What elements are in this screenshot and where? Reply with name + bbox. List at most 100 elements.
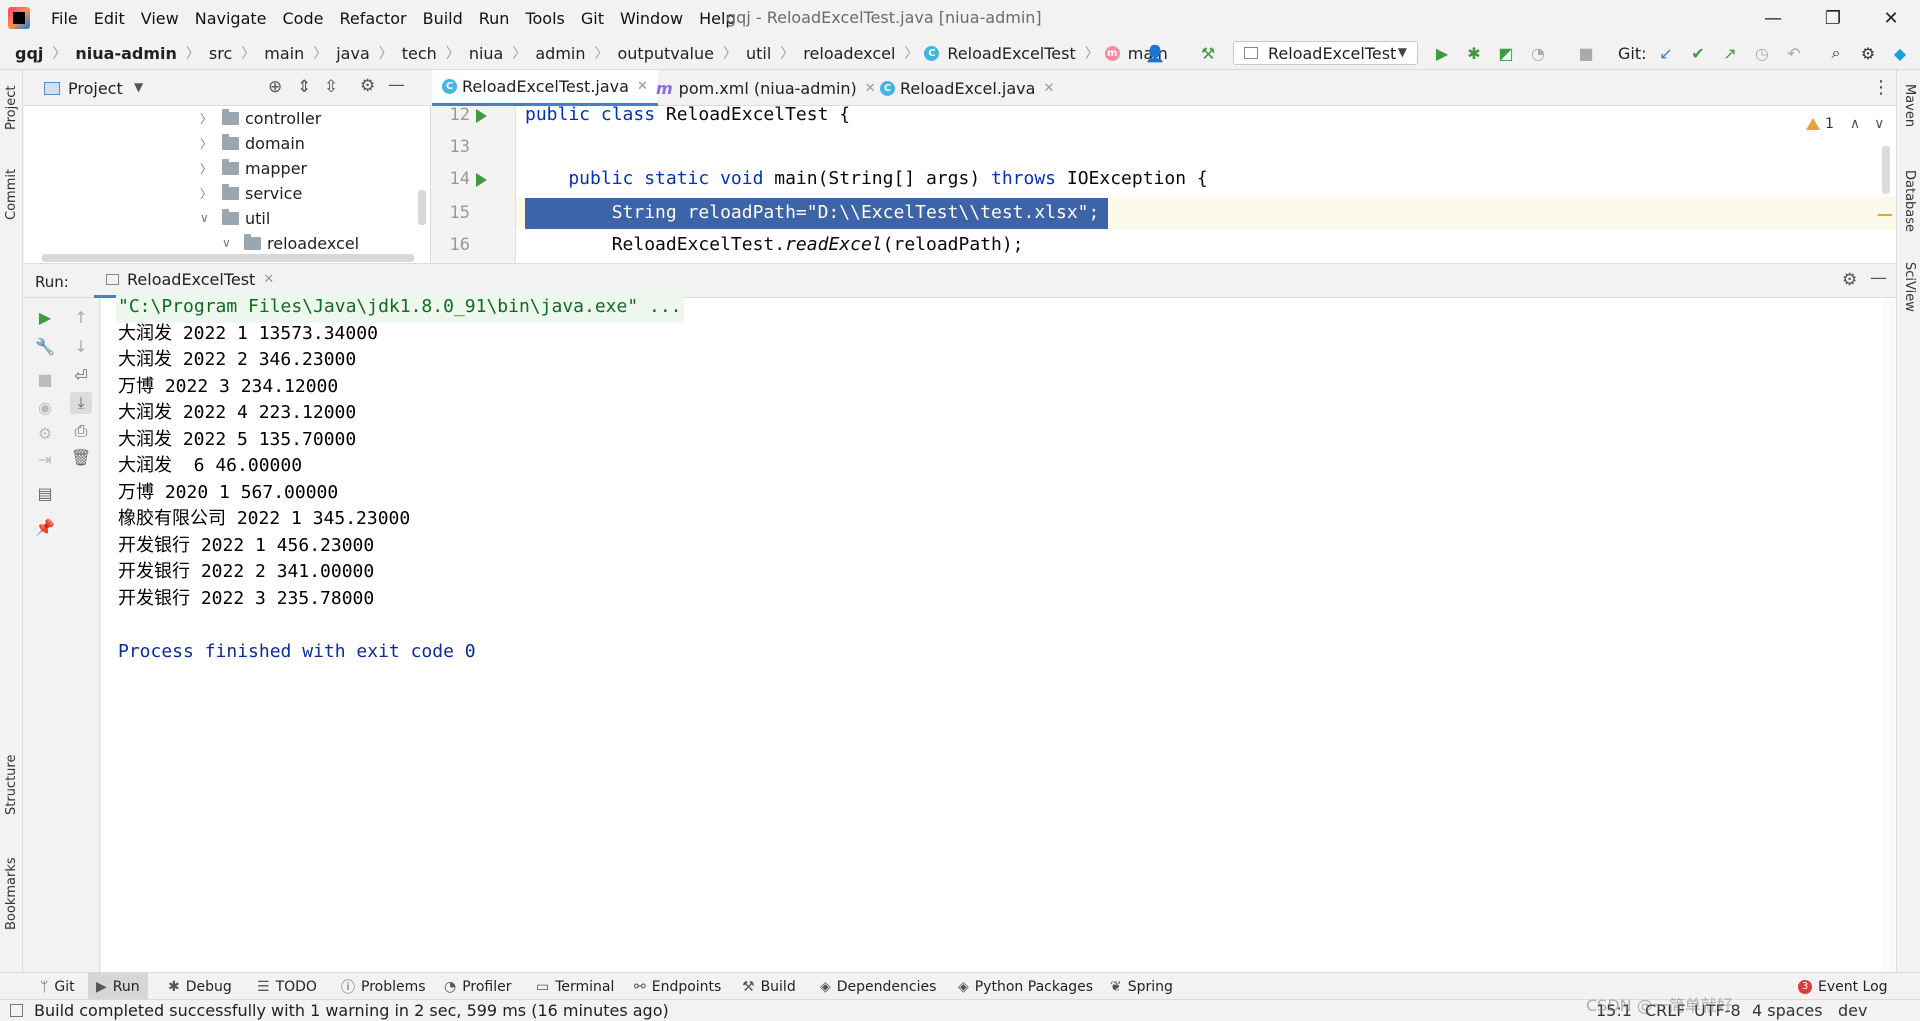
stop-icon[interactable]: ■	[34, 368, 56, 390]
tool-window-bookmarks[interactable]: Bookmarks	[4, 857, 19, 930]
crumb-outputvalue[interactable]: outputvalue	[615, 44, 717, 63]
tool-tab-problems[interactable]: ⓘ Problems	[341, 973, 426, 1000]
user-icon[interactable]: 👤	[1145, 43, 1165, 63]
chevron-down-icon[interactable]: ∨	[1874, 116, 1884, 132]
expand-all-icon[interactable]: ⇕	[297, 77, 311, 97]
editor-scrollbar[interactable]	[1882, 146, 1890, 194]
git-branch[interactable]: dev	[1838, 1001, 1867, 1020]
tree-horizontal-scrollbar[interactable]	[42, 254, 414, 262]
tree-scrollbar[interactable]	[418, 190, 426, 225]
tool-tab-endpoints[interactable]: ⚯ Endpoints	[634, 973, 721, 1000]
coverage-icon[interactable]: ◩	[1496, 43, 1516, 63]
history-icon[interactable]: ◷	[1752, 43, 1772, 63]
hide-panel-icon[interactable]: —	[1870, 268, 1887, 288]
build-hammer-icon[interactable]: ⚒	[1198, 43, 1218, 63]
code-line[interactable]: ReloadExcelTest.readExcel(reloadPath);	[525, 229, 1024, 261]
tree-item-reloadexcel[interactable]: ∨ reloadexcel	[222, 231, 359, 255]
menu-refactor[interactable]: Refactor	[331, 9, 414, 28]
debug-icon[interactable]: ✱	[1464, 43, 1484, 63]
maximize-button[interactable]: ❐	[1810, 0, 1856, 36]
tool-tab-python-packages[interactable]: ◈ Python Packages	[958, 973, 1093, 1000]
crumb-class[interactable]: ReloadExcelTest	[944, 44, 1078, 63]
tool-tab-spring[interactable]: ❦ Spring	[1110, 973, 1173, 1000]
run-gutter-icon[interactable]	[476, 109, 487, 123]
git-push-icon[interactable]: ↗	[1720, 43, 1740, 63]
exit-icon[interactable]: ⇥	[34, 448, 56, 470]
tool-window-project[interactable]: Project	[4, 86, 19, 130]
project-panel-title[interactable]: Project	[68, 79, 123, 98]
tool-tab-todo[interactable]: ☰ TODO	[257, 973, 317, 1000]
tool-tab-run[interactable]: ▶ Run	[88, 973, 148, 1000]
tool-tab-terminal[interactable]: ▭ Terminal	[536, 973, 614, 1000]
crumb-src[interactable]: src	[206, 44, 235, 63]
tool-window-database[interactable]: Database	[1902, 170, 1917, 232]
tree-item-util[interactable]: ∨ util	[200, 206, 270, 230]
search-icon[interactable]: ⌕	[1826, 43, 1846, 63]
event-log-button[interactable]: 3 Event Log	[1798, 973, 1888, 1000]
profile-icon[interactable]: ◔	[1528, 43, 1548, 63]
crumb-util[interactable]: util	[743, 44, 774, 63]
console-output[interactable]: "C:\Program Files\Java\jdk1.8.0_91\bin\j…	[101, 291, 1896, 972]
tree-item-controller[interactable]: 〉 controller	[200, 106, 321, 130]
menu-tools[interactable]: Tools	[517, 9, 572, 28]
toggle-panels-icon[interactable]	[10, 1004, 23, 1017]
tool-tab-git[interactable]: ᛘ Git	[40, 973, 75, 1000]
chevron-up-icon[interactable]: ∧	[1850, 116, 1860, 132]
close-tab-icon[interactable]: ✕	[1043, 81, 1054, 96]
arrow-down-icon[interactable]: ↓	[70, 335, 92, 357]
gear-icon[interactable]: ⚙	[360, 76, 375, 96]
tool-window-sciview[interactable]: SciView	[1902, 262, 1917, 312]
warning-indicator[interactable]: 1 ∧ ∨	[1806, 116, 1884, 132]
code-line[interactable]: String reloadPath="D:\\ExcelTest\\test.x…	[525, 197, 1100, 229]
run-icon[interactable]: ▶	[1432, 43, 1452, 63]
rerun-icon[interactable]: ▶	[34, 306, 56, 328]
settings-gear-icon[interactable]: ⚙	[1858, 43, 1878, 63]
more-tabs-icon[interactable]: ⋮	[1872, 77, 1890, 98]
menu-navigate[interactable]: Navigate	[187, 9, 275, 28]
crumb-java[interactable]: java	[333, 44, 373, 63]
code-line[interactable]: public class ReloadExcelTest {	[525, 99, 850, 131]
menu-window[interactable]: Window	[612, 9, 691, 28]
tree-item-service[interactable]: 〉 service	[200, 181, 302, 205]
indent-setting[interactable]: 4 spaces	[1752, 1001, 1823, 1020]
git-commit-icon[interactable]: ✔	[1688, 43, 1708, 63]
tab-reloadexcel[interactable]: C ReloadExcel.java ✕	[870, 70, 1064, 106]
menu-code[interactable]: Code	[275, 9, 332, 28]
menu-view[interactable]: View	[133, 9, 187, 28]
soft-wrap-icon[interactable]: ⏎	[70, 364, 92, 386]
tool-window-commit[interactable]: Commit	[4, 169, 19, 220]
crumb-reloadexcel[interactable]: reloadexcel	[800, 44, 898, 63]
menu-file[interactable]: File	[43, 9, 86, 28]
locate-icon[interactable]: ⊕	[268, 77, 282, 97]
tree-item-domain[interactable]: 〉 domain	[200, 131, 305, 155]
gear-icon[interactable]: ⚙	[1842, 270, 1857, 290]
arrow-up-icon[interactable]: ↑	[70, 306, 92, 328]
collapse-all-icon[interactable]: ⇳	[324, 77, 338, 97]
warning-stripe-marker[interactable]	[1878, 214, 1892, 216]
tool-window-structure[interactable]: Structure	[4, 755, 19, 815]
menu-edit[interactable]: Edit	[86, 9, 133, 28]
layout-icon[interactable]: ▤	[34, 482, 56, 504]
git-update-icon[interactable]: ↙	[1656, 43, 1676, 63]
camera-icon[interactable]: ◉	[34, 396, 56, 418]
scroll-to-end-icon[interactable]: ⤓	[70, 392, 92, 414]
pin-icon[interactable]: 📌	[34, 516, 56, 538]
tool-tab-profiler[interactable]: ◔ Profiler	[444, 973, 512, 1000]
stop-icon[interactable]: ■	[1576, 43, 1596, 63]
minimize-button[interactable]: —	[1750, 0, 1796, 36]
hide-panel-icon[interactable]: —	[388, 75, 405, 95]
menu-build[interactable]: Build	[415, 9, 471, 28]
run-configuration-select[interactable]: ReloadExcelTest ▼	[1233, 41, 1418, 65]
close-tab-icon[interactable]: ✕	[263, 272, 274, 287]
crumb-project[interactable]: gqj	[12, 44, 46, 63]
crumb-niua[interactable]: niua	[466, 44, 507, 63]
crumb-module[interactable]: niua-admin	[72, 44, 180, 63]
crumb-main[interactable]: main	[261, 44, 307, 63]
crumb-tech[interactable]: tech	[399, 44, 440, 63]
plugin-icon[interactable]: ◆	[1890, 43, 1910, 63]
code-line[interactable]: public static void main(String[] args) t…	[525, 163, 1207, 195]
menu-git[interactable]: Git	[573, 9, 612, 28]
run-gutter-icon[interactable]	[476, 173, 487, 187]
chevron-down-icon[interactable]: ▼	[134, 80, 143, 94]
tree-item-mapper[interactable]: 〉 mapper	[200, 156, 307, 180]
